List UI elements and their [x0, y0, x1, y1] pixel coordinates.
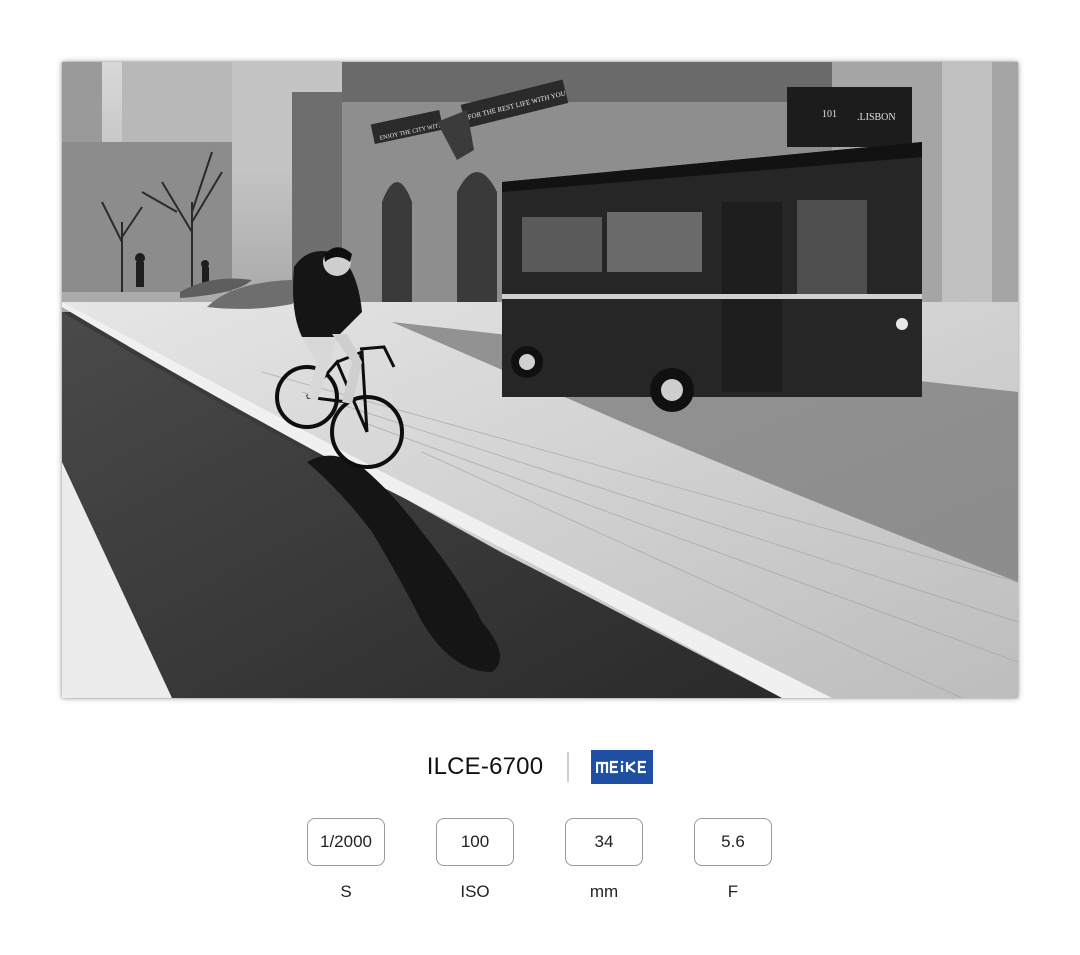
aperture-label: F	[727, 882, 739, 901]
tram-number-sign: 101	[822, 109, 837, 120]
separator	[567, 752, 570, 782]
camera-info-row: ILCE-6700	[0, 748, 1080, 786]
iso-label: ISO	[460, 882, 490, 901]
focal-length-value: 34	[565, 818, 643, 866]
exif-params: 1/2000 S 100 ISO 34 mm 5.6 F	[0, 818, 1080, 908]
aperture-param: 5.6 F	[694, 818, 772, 902]
focal-length-label: mm	[589, 882, 619, 901]
iso-value: 100	[436, 818, 514, 866]
shutter-speed-label: S	[340, 882, 352, 901]
aperture-value: 5.6	[694, 818, 772, 866]
shutter-speed-param: 1/2000 S	[307, 818, 385, 902]
street-photo: ENJOY THE CITY WITH YOU FOR THE REST LIF…	[62, 62, 1018, 698]
tram-destination-sign: .LISBON	[857, 112, 896, 123]
meike-logo-mark	[596, 760, 647, 774]
shutter-speed-value: 1/2000	[307, 818, 385, 866]
photo: ENJOY THE CITY WITH YOU FOR THE REST LIF…	[62, 62, 1018, 698]
camera-model: ILCE-6700	[426, 753, 544, 780]
meike-logo	[591, 750, 654, 784]
focal-length-param: 34 mm	[565, 818, 643, 902]
tram	[502, 142, 922, 412]
iso-param: 100 ISO	[436, 818, 514, 902]
